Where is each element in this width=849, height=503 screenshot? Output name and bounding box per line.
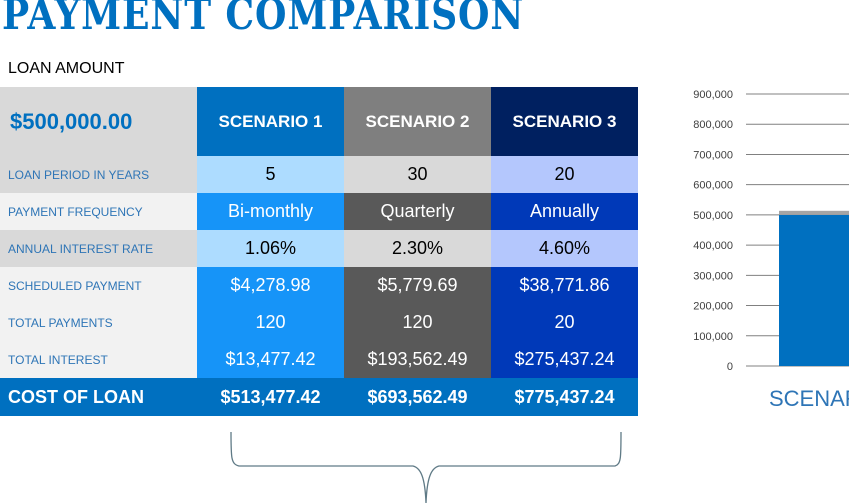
scenario-3-header: SCENARIO 3: [491, 87, 638, 156]
scenario-2-header: SCENARIO 2: [344, 87, 491, 156]
scenario-1-scheduled-payment: $4,278.98: [197, 267, 344, 304]
scenario-1-total-interest: $13,477.42: [197, 341, 344, 378]
scenario-1-interest-rate[interactable]: 1.06%: [197, 230, 344, 267]
scenario-2-total-interest: $193,562.49: [344, 341, 491, 378]
scenario-1-total-payments: 120: [197, 304, 344, 341]
scenario-1-loan-period[interactable]: 5: [197, 156, 344, 193]
row-label-cost-of-loan: COST OF LOAN: [0, 378, 197, 416]
scenario-2-payment-frequency[interactable]: Quarterly: [344, 193, 491, 230]
y-tick-label: 0: [727, 361, 733, 373]
bar-principal: [779, 214, 849, 366]
y-tick-label: 400,000: [693, 240, 733, 252]
comparison-table: $500,000.00 SCENARIO 1 SCENARIO 2 SCENAR…: [0, 87, 638, 416]
scenario-3-payment-frequency[interactable]: Annually: [491, 193, 638, 230]
y-tick-label: 600,000: [693, 180, 733, 192]
cost-chart: 0 100,000 200,000 300,000 400,000 500,000 600,…: [693, 89, 849, 373]
scenario-3-total-payments: 20: [491, 304, 638, 341]
scenario-1-header: SCENARIO 1: [197, 87, 344, 156]
bracket-connector: [230, 431, 622, 503]
row-label-loan-period: LOAN PERIOD IN YEARS: [0, 156, 197, 193]
scenario-1-cost-of-loan: $513,477.42: [197, 378, 344, 416]
scenario-3-cost-of-loan: $775,437.24: [491, 378, 638, 416]
scenario-3-interest-rate[interactable]: 4.60%: [491, 230, 638, 267]
loan-amount-value[interactable]: $500,000.00: [0, 87, 197, 156]
bar-total-interest: [779, 210, 849, 215]
row-label-interest-rate: ANNUAL INTEREST RATE: [0, 230, 197, 267]
y-tick-label: 300,000: [693, 270, 733, 282]
scenario-2-cost-of-loan: $693,562.49: [344, 378, 491, 416]
y-tick-label: 800,000: [693, 119, 733, 131]
y-tick-label: 100,000: [693, 331, 733, 343]
scenario-3-loan-period[interactable]: 20: [491, 156, 638, 193]
y-tick-label: 500,000: [693, 210, 733, 222]
row-label-total-payments: TOTAL PAYMENTS: [0, 304, 197, 341]
page-title: PAYMENT COMPARISON: [2, 0, 525, 39]
scenario-3-total-interest: $275,437.24: [491, 341, 638, 378]
y-tick-label: 700,000: [693, 149, 733, 161]
row-label-payment-frequency: PAYMENT FREQUENCY: [0, 193, 197, 230]
scenario-2-total-payments: 120: [344, 304, 491, 341]
scenario-3-scheduled-payment: $38,771.86: [491, 267, 638, 304]
scenario-2-scheduled-payment: $5,779.69: [344, 267, 491, 304]
row-label-total-interest: TOTAL INTEREST: [0, 341, 197, 378]
y-tick-label: 200,000: [693, 301, 733, 313]
chart-x-label: SCENAR: [769, 386, 849, 411]
row-label-scheduled-payment: SCHEDULED PAYMENT: [0, 267, 197, 304]
scenario-2-interest-rate[interactable]: 2.30%: [344, 230, 491, 267]
loan-amount-label: LOAN AMOUNT: [8, 60, 125, 77]
y-tick-label: 900,000: [693, 89, 733, 101]
scenario-2-loan-period[interactable]: 30: [344, 156, 491, 193]
scenario-1-payment-frequency[interactable]: Bi-monthly: [197, 193, 344, 230]
